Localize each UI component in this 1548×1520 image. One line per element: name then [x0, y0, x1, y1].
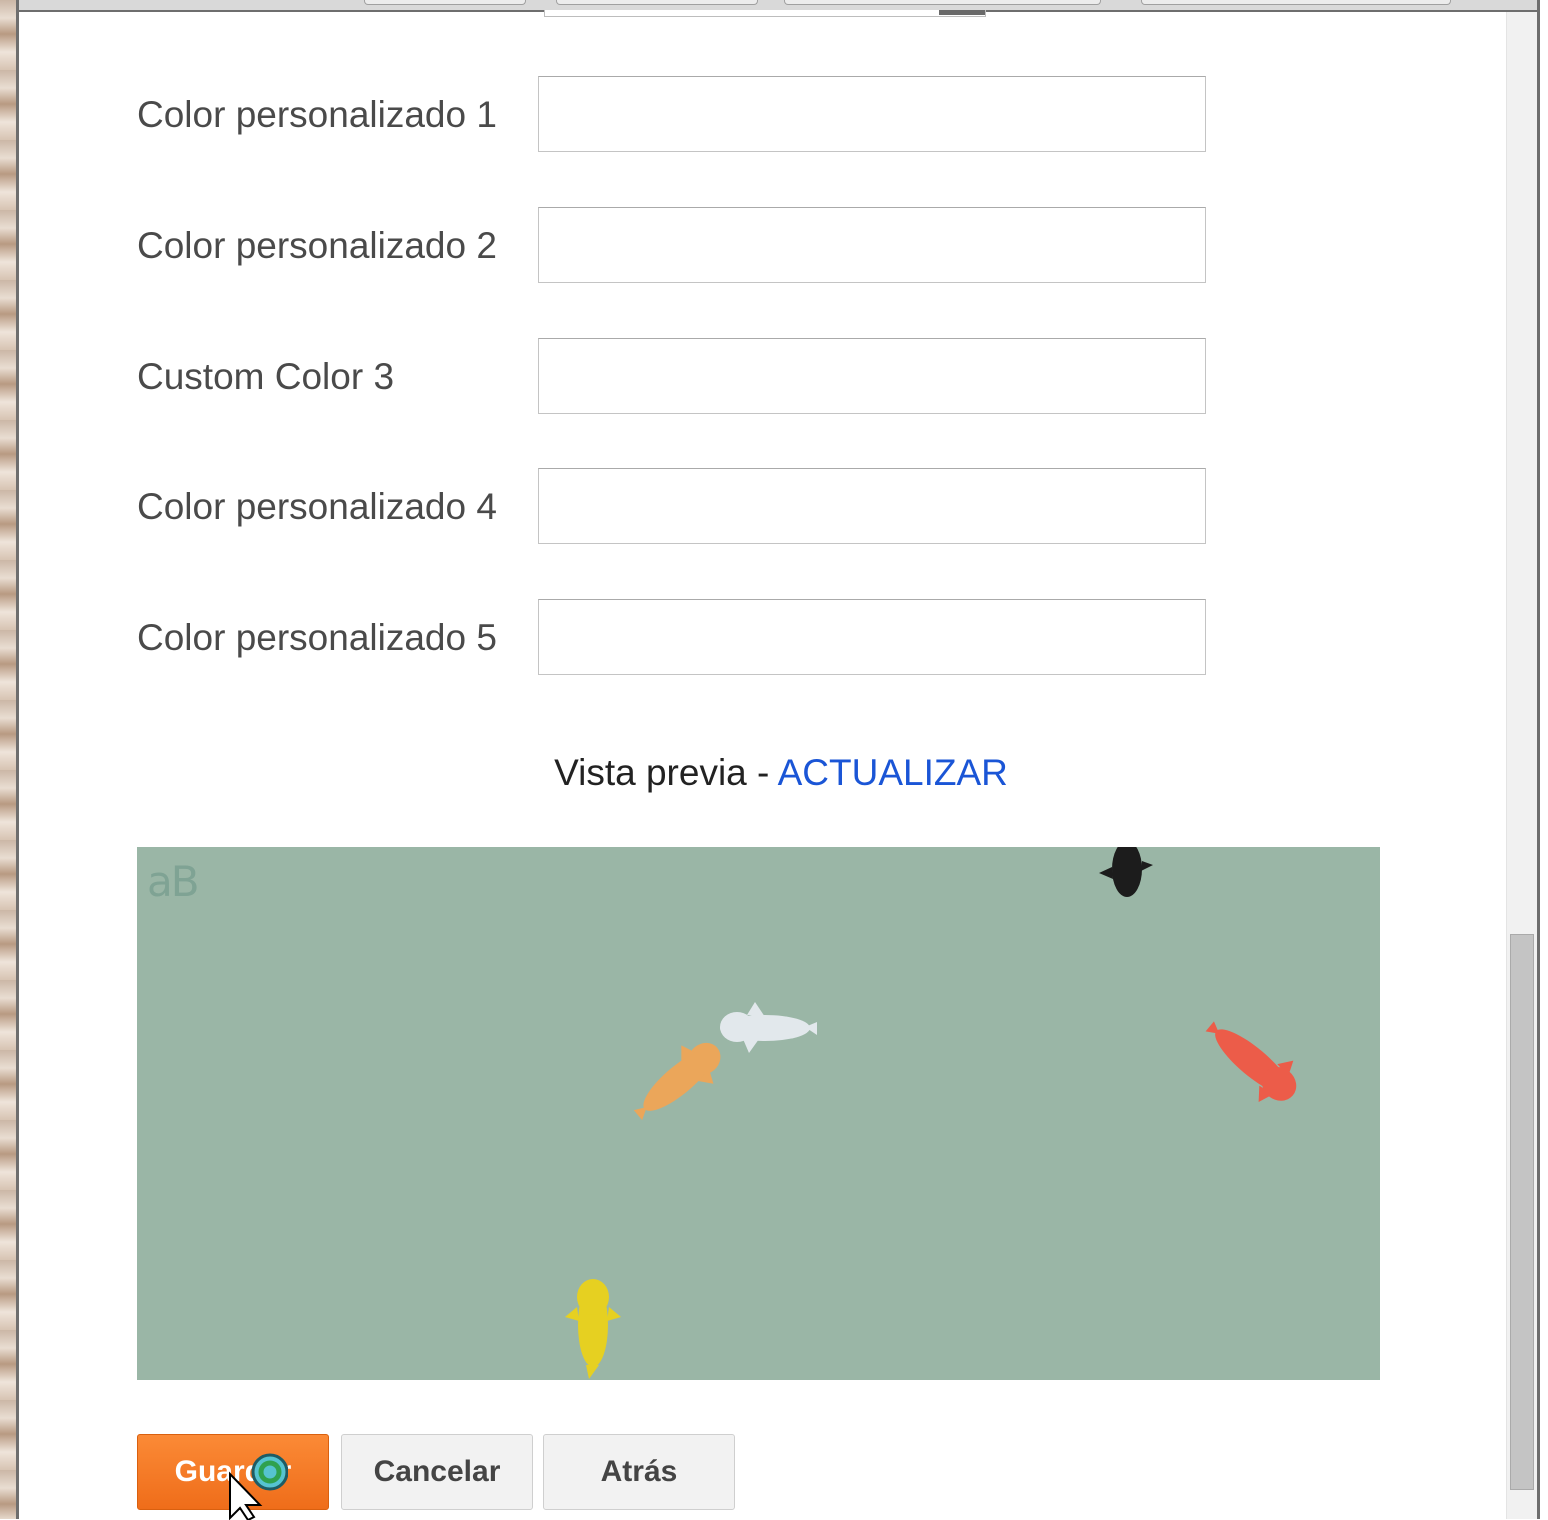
custom-color-1-label: Color personalizado 1 [137, 94, 497, 135]
custom-color-1-row: Color personalizado 1 [137, 76, 1207, 154]
custom-color-4-label: Color personalizado 4 [137, 486, 497, 527]
top-tab-2[interactable] [556, 0, 758, 5]
orange-koi-fish-icon [633, 1042, 721, 1121]
vertical-scrollbar[interactable] [1506, 12, 1537, 1519]
back-button[interactable]: Atrás [543, 1434, 735, 1510]
custom-color-5-input[interactable] [538, 599, 1206, 675]
top-partial-field[interactable] [544, 10, 986, 17]
red-koi-fish-icon [1205, 1021, 1297, 1102]
yellow-koi-fish-icon [565, 1279, 621, 1379]
top-tab-1[interactable] [364, 0, 526, 5]
preview-separator: - [746, 752, 778, 793]
custom-color-5-label: Color personalizado 5 [137, 617, 497, 658]
custom-color-4-row: Color personalizado 4 [137, 468, 1207, 546]
preview-heading: Vista previa - ACTUALIZAR [19, 752, 1543, 794]
top-tab-4[interactable] [1141, 0, 1451, 5]
top-tab-3[interactable] [784, 0, 1101, 5]
desktop-background [0, 0, 16, 1519]
scrollbar-thumb[interactable] [1510, 934, 1534, 1490]
custom-color-3-label: Custom Color 3 [137, 356, 395, 397]
koi-pond-preview[interactable]: aB [137, 847, 1380, 1380]
custom-color-4-input[interactable] [538, 468, 1206, 544]
black-koi-fish-icon [1099, 847, 1153, 897]
refresh-preview-link[interactable]: ACTUALIZAR [778, 752, 1008, 793]
custom-color-2-input[interactable] [538, 207, 1206, 283]
custom-color-5-row: Color personalizado 5 [137, 599, 1207, 677]
cancel-button[interactable]: Cancelar [341, 1434, 533, 1510]
custom-color-2-label: Color personalizado 2 [137, 225, 497, 266]
koi-fish-layer [565, 847, 1297, 1379]
white-koi-fish-icon [720, 1002, 817, 1053]
custom-color-3-input[interactable] [538, 338, 1206, 414]
busy-cursor-icon [229, 1453, 288, 1520]
custom-color-3-row: Custom Color 3 [137, 338, 1207, 416]
preview-label: Vista previa [554, 752, 747, 793]
custom-color-1-input[interactable] [538, 76, 1206, 152]
gadget-config-window: Color personalizado 1 Color personalizad… [16, 0, 1540, 1519]
custom-color-2-row: Color personalizado 2 [137, 207, 1207, 285]
